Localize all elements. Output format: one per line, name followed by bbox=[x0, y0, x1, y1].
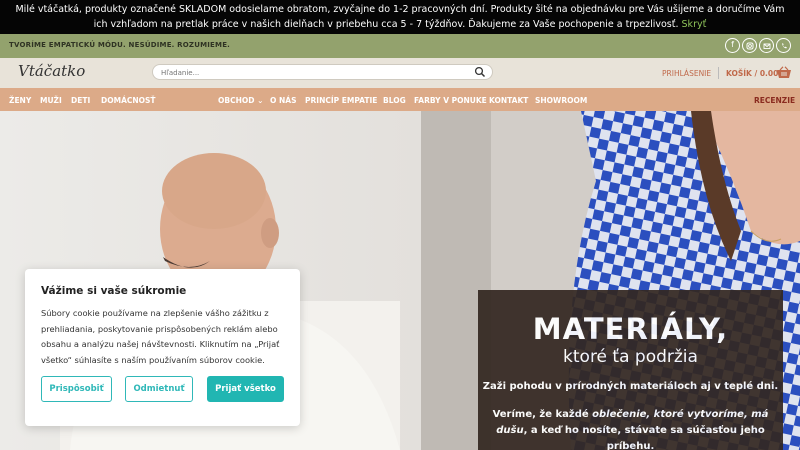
hide-announcement-link[interactable]: Skryť bbox=[682, 19, 707, 30]
chevron-down-icon: ⌄ bbox=[257, 96, 264, 105]
nav-deti[interactable]: DETI bbox=[71, 96, 90, 105]
nav-recenzie[interactable]: RECENZIE bbox=[754, 96, 795, 105]
nav-domacnost[interactable]: DOMÁCNOSŤ bbox=[101, 96, 156, 105]
instagram-icon[interactable] bbox=[742, 38, 757, 53]
hero-line-2-end: , a keď ho nosíte, stávate sa súčasťou j… bbox=[523, 425, 765, 450]
hero-headline: MATERIÁLY, bbox=[532, 312, 729, 346]
cart-label: KOŠÍK bbox=[726, 69, 752, 78]
login-link[interactable]: PRIHLÁSENIE bbox=[662, 69, 711, 78]
nav-muzi[interactable]: MUŽI bbox=[40, 96, 62, 105]
cookie-text: Súbory cookie používame na zlepšenie váš… bbox=[41, 308, 280, 365]
top-bar: TVORÍME EMPATICKÚ MÓDU. NESÚDIME. ROZUMI… bbox=[0, 34, 800, 58]
site-header: Vtáčatko PRIHLÁSENIE KOŠÍK / 0.00€ bbox=[0, 58, 800, 88]
hero-line-2: Veríme, že každé oblečenie, ktoré vytvor… bbox=[490, 407, 771, 450]
cookie-customize-button[interactable]: Prispôsobiť bbox=[41, 376, 112, 402]
search-bar bbox=[152, 64, 493, 80]
header-divider bbox=[718, 67, 719, 79]
tagline: TVORÍME EMPATICKÚ MÓDU. NESÚDIME. ROZUMI… bbox=[9, 41, 231, 49]
nav-obchod-label: OBCHOD bbox=[218, 96, 255, 105]
cookie-reject-button[interactable]: Odmietnuť bbox=[125, 376, 193, 402]
nav-showroom[interactable]: SHOWROOM bbox=[535, 96, 587, 105]
nav-princip-empatie[interactable]: PRINCÍP EMPATIE bbox=[305, 96, 377, 105]
nav-blog[interactable]: BLOG bbox=[383, 96, 406, 105]
site-logo[interactable]: Vtáčatko bbox=[18, 62, 85, 80]
facebook-icon[interactable]: f bbox=[725, 38, 740, 53]
nav-kontakt[interactable]: KONTAKT bbox=[489, 96, 528, 105]
hero-subheadline: ktoré ťa podržia bbox=[563, 347, 698, 367]
cookie-title: Vážime si vaše súkromie bbox=[41, 285, 187, 297]
announcement-text: Milé vtáčatká, produkty označené SKLADOM… bbox=[15, 4, 785, 30]
hero-line-2-start: Veríme, že každé bbox=[492, 409, 593, 420]
nav-zeny[interactable]: ŽENY bbox=[9, 96, 31, 105]
hero-line-1: Zaži pohodu v prírodných materiáloch aj … bbox=[482, 381, 779, 392]
cookie-consent-dialog: Vážime si vaše súkromie Súbory cookie po… bbox=[25, 269, 300, 426]
main-nav: ŽENY MUŽI DETI DOMÁCNOSŤ OBCHOD ⌄ O NÁS … bbox=[0, 88, 800, 111]
hero-text-box: MATERIÁLY, ktoré ťa podržia Zaži pohodu … bbox=[478, 290, 783, 450]
search-input[interactable] bbox=[161, 67, 461, 78]
basket-icon[interactable] bbox=[776, 66, 792, 79]
nav-o-nas[interactable]: O NÁS bbox=[270, 96, 296, 105]
nav-farby[interactable]: FARBY V PONUKE bbox=[414, 96, 487, 105]
nav-obchod[interactable]: OBCHOD ⌄ bbox=[218, 96, 263, 105]
search-icon[interactable] bbox=[474, 66, 486, 78]
phone-icon[interactable] bbox=[776, 38, 791, 53]
announcement-bar: Milé vtáčatká, produkty označené SKLADOM… bbox=[0, 0, 800, 34]
cart-link[interactable]: KOŠÍK / 0.00€ bbox=[726, 69, 784, 78]
email-icon[interactable] bbox=[759, 38, 774, 53]
cookie-accept-button[interactable]: Prijať všetko bbox=[207, 376, 284, 402]
